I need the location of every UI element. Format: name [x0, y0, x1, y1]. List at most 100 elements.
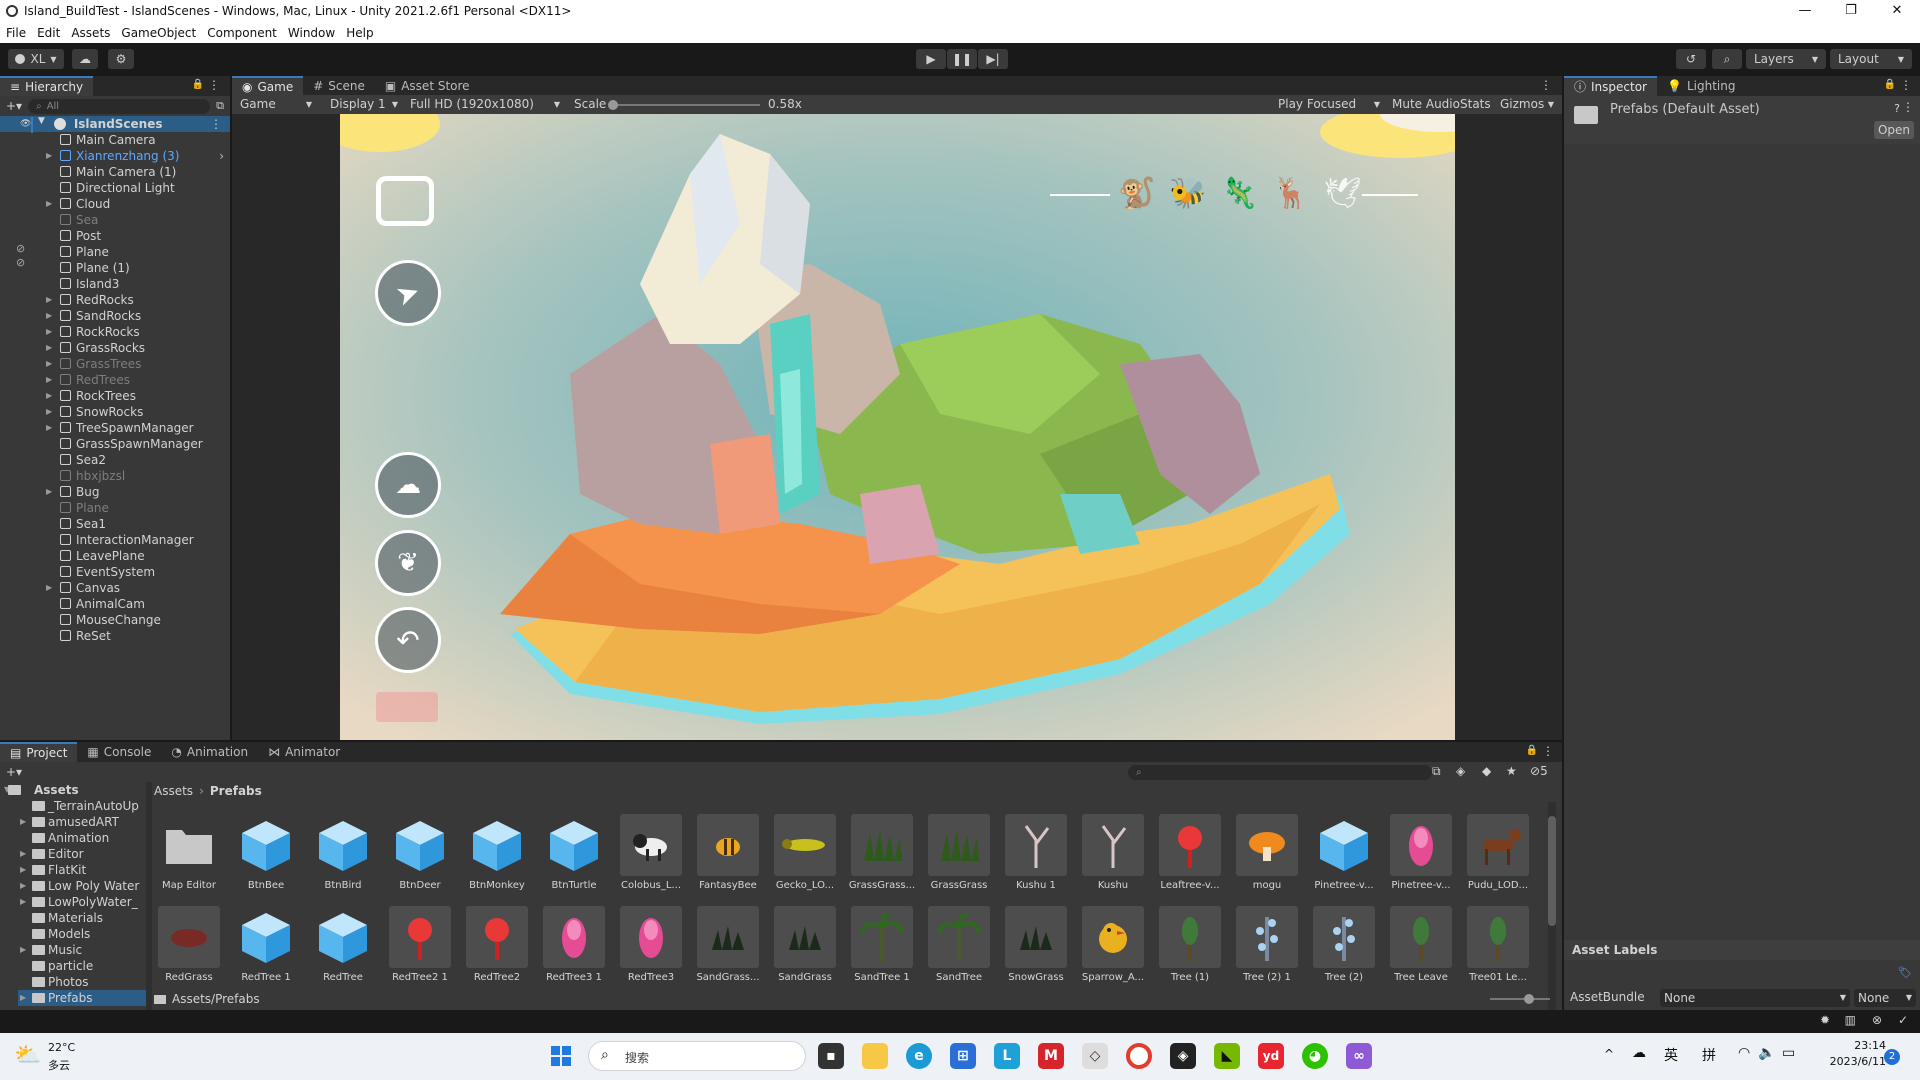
menu-assets[interactable]: Assets [71, 26, 110, 40]
chevron-down-icon[interactable]: ▼ [38, 116, 45, 126]
lock-icon[interactable]: 🔒 [1526, 745, 1538, 756]
asset-item[interactable]: Sparrow_A... [1078, 906, 1148, 983]
start-icon[interactable] [548, 1043, 574, 1069]
monkey-icon[interactable]: 🐒 [1118, 176, 1155, 211]
ime-mode[interactable]: 拼 [1702, 1045, 1716, 1065]
edge-icon[interactable]: e [906, 1043, 932, 1069]
deer-icon[interactable]: 🦌 [1272, 176, 1309, 211]
menu-window[interactable]: Window [288, 26, 335, 40]
folder-assets[interactable]: ▼ Assets [0, 782, 146, 798]
ime-lang[interactable]: 英 [1664, 1045, 1678, 1065]
help-icon[interactable]: ? [1894, 102, 1900, 115]
asset-item[interactable]: RedTree3 [616, 906, 686, 983]
hierarchy-item[interactable]: Main Camera [60, 132, 230, 148]
hierarchy-item[interactable]: Sea1 [60, 516, 230, 532]
folder-item[interactable]: ▶ Prefabs [18, 990, 146, 1006]
tab-lighting[interactable]: 💡 Lighting [1657, 76, 1745, 96]
hierarchy-item[interactable]: ▶ GrassRocks [46, 340, 230, 356]
expand-arrow-icon[interactable]: ▶ [46, 196, 52, 212]
slider-handle[interactable] [608, 100, 618, 110]
hierarchy-item[interactable]: ▶ GrassTrees [46, 356, 230, 372]
asset-item[interactable]: Tree (1) [1155, 906, 1225, 983]
menu-component[interactable]: Component [207, 26, 277, 40]
expand-arrow-icon[interactable]: ▶ [46, 372, 52, 388]
hierarchy-item[interactable]: GrassSpawnManager [60, 436, 230, 452]
chrome-icon[interactable] [1126, 1043, 1152, 1069]
folder-item[interactable]: particle [18, 958, 146, 974]
history-icon[interactable]: ↺ [1676, 49, 1706, 69]
hierarchy-item[interactable]: ▶ Xianrenzhang (3) › [46, 148, 230, 164]
tag-icon[interactable]: 🏷 [1898, 966, 1912, 979]
hierarchy-item[interactable]: Plane (1) [60, 260, 230, 276]
menu-gameobject[interactable]: GameObject [121, 26, 196, 40]
folder-item[interactable]: ▶ Music [18, 942, 146, 958]
asset-item[interactable]: Colobus_L... [616, 814, 686, 891]
nvidia-icon[interactable]: ◣ [1214, 1043, 1240, 1069]
play-button[interactable]: ▶ [916, 49, 946, 69]
hierarchy-item[interactable]: Plane [60, 244, 230, 260]
expand-arrow-icon[interactable]: ▶ [46, 356, 52, 372]
asset-item[interactable]: RedTree 1 [231, 906, 301, 983]
grid-scrollbar[interactable] [1548, 802, 1556, 1012]
visual-studio-icon[interactable]: ∞ [1346, 1043, 1372, 1069]
asset-item[interactable]: GrassGrass [924, 814, 994, 891]
hidden-icon[interactable]: ⊘ [16, 242, 25, 255]
scene-more-icon[interactable]: ⋮ [210, 117, 222, 131]
minimize-button[interactable]: — [1782, 0, 1828, 22]
variant-dropdown[interactable]: None ▼ [1854, 989, 1916, 1007]
scene-root[interactable]: 👁 ▼ IslandScenes ⋮ [0, 116, 230, 132]
tab-scene[interactable]: # Scene [303, 76, 375, 96]
menu-help[interactable]: Help [346, 26, 373, 40]
asset-item[interactable]: Tree (2) [1309, 906, 1379, 983]
hierarchy-item[interactable]: Island3 [60, 276, 230, 292]
slider-handle[interactable] [1524, 994, 1534, 1004]
tab-hierarchy[interactable]: ≡ Hierarchy [0, 76, 94, 96]
asset-item[interactable]: SnowGrass [1001, 906, 1071, 983]
asset-item[interactable]: Kushu [1078, 814, 1148, 891]
add-icon[interactable]: +▾ [6, 765, 22, 779]
open-button[interactable]: Open [1874, 121, 1914, 139]
hierarchy-item[interactable]: ▶ Bug [46, 484, 230, 500]
folder-item[interactable]: ▶ Editor [18, 846, 146, 862]
asset-item[interactable]: BtnTurtle [539, 814, 609, 891]
asset-item[interactable]: GrassGrass... [847, 814, 917, 891]
cloud-sync-icon[interactable]: ☁ [1632, 1045, 1646, 1061]
tree-button[interactable]: ☁ [375, 452, 441, 518]
hierarchy-item[interactable]: LeavePlane [60, 548, 230, 564]
asset-item[interactable]: RedGrass [154, 906, 224, 983]
expand-arrow-icon[interactable]: ▶ [46, 292, 52, 308]
expand-arrow-icon[interactable]: ▶ [46, 580, 52, 596]
hierarchy-item[interactable]: ▶ RockTrees [46, 388, 230, 404]
asset-item[interactable]: Pinetree-v... [1386, 814, 1456, 891]
chameleon-icon[interactable]: 🦎 [1221, 176, 1258, 211]
asset-item[interactable]: Pudu_LOD... [1463, 814, 1533, 891]
menu-file[interactable]: File [6, 26, 26, 40]
layout-dropdown[interactable]: Layout ▼ [1830, 49, 1912, 69]
hierarchy-item[interactable]: ▶ SandRocks [46, 308, 230, 324]
asset-item[interactable]: Tree Leave [1386, 906, 1456, 983]
capture-icon[interactable] [372, 168, 438, 234]
maximize-button[interactable]: ❐ [1828, 0, 1874, 22]
folder-item[interactable]: Models [18, 926, 146, 942]
taskbar-search-input[interactable]: ⌕ 搜索 [588, 1041, 806, 1071]
hierarchy-item[interactable]: Post [60, 228, 230, 244]
asset-item[interactable]: SandGrass... [693, 906, 763, 983]
visibility-icon[interactable]: 👁 [20, 119, 31, 129]
weather-widget[interactable]: ⛅ 22°C 多云 [14, 1039, 134, 1075]
tab-console[interactable]: ▦ Console [77, 742, 161, 762]
clock[interactable]: 23:14 2023/6/11 [1816, 1039, 1886, 1068]
tab-animator[interactable]: ⋈ Animator [258, 742, 350, 762]
add-icon[interactable]: +▾ [6, 99, 22, 113]
settings-more-icon[interactable]: ⋮ [1902, 100, 1914, 114]
close-button[interactable]: ✕ [1874, 0, 1920, 22]
youdao-icon[interactable]: yd [1258, 1043, 1284, 1069]
expand-arrow-icon[interactable]: ▶ [20, 990, 26, 1006]
game-viewport[interactable]: ➤ ☁ ❦ ↶ 🐒 🐝 🦎 🦌 🕊 [340, 114, 1455, 740]
tab-inspector[interactable]: ⓘ Inspector [1564, 76, 1657, 96]
asset-item[interactable]: Gecko_LO... [770, 814, 840, 891]
hierarchy-search-input[interactable]: ⌕ All [28, 98, 211, 114]
asset-item[interactable]: Map Editor [154, 814, 224, 891]
asset-item[interactable]: RedTree2 1 [385, 906, 455, 983]
network-icon[interactable]: ⊗ [1872, 1013, 1882, 1027]
folder-item[interactable]: ▶ Low Poly Water [18, 878, 146, 894]
